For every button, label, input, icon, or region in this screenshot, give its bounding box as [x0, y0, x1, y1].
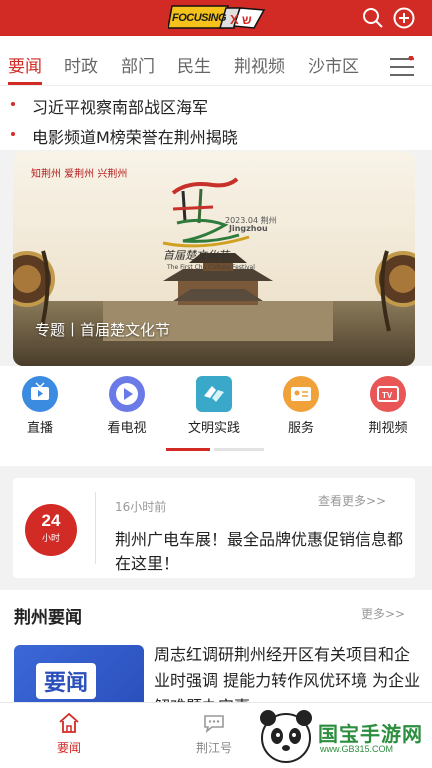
bullet-icon — [11, 102, 15, 106]
thumb-label: 要闻 — [36, 663, 97, 699]
tab-bar-label: 要闻 — [56, 741, 81, 755]
channel-menu-button[interactable] — [390, 55, 414, 78]
watermark-text: 国宝手游网 — [318, 722, 423, 746]
tab-minsheng[interactable]: 民生 — [177, 52, 211, 77]
nav-label: 荆视频 — [368, 421, 408, 436]
section-title: 荆州要闻 — [14, 608, 82, 628]
headline-text: 习近平视察南部战区海军 — [32, 98, 209, 117]
tv-icon: TV — [370, 376, 406, 412]
active-tab-indicator — [8, 82, 42, 85]
tab-jingshipin[interactable]: 荆视频 — [234, 52, 285, 77]
page-indicator-active — [166, 448, 210, 451]
chat-icon — [202, 711, 226, 735]
quick-nav: 直播 看电视 文明实践 服务 TV 荆视频 — [0, 366, 432, 466]
play-circle-icon — [109, 376, 145, 412]
nav-civilization-practice[interactable]: 文明实践 — [179, 374, 249, 438]
headline-text: 电影频道M榜荣誉在荆州揭晓 — [32, 128, 238, 147]
channel-tabs: 要闻 时政 部门 民生 荆视频 沙市区 — [0, 36, 432, 86]
tab-yaowen[interactable]: 要闻 — [8, 52, 42, 77]
nav-label: 直播 — [26, 421, 53, 436]
nav-live[interactable]: 直播 — [5, 374, 75, 438]
nav-jing-video[interactable]: TV 荆视频 — [353, 374, 423, 438]
plus-circle-icon[interactable] — [393, 7, 415, 29]
more-link[interactable]: 更多>> — [361, 605, 405, 622]
badge-unit: 小时 — [41, 534, 60, 544]
watermark-url: www.GB315.COM — [320, 744, 394, 754]
nav-label: 文明实践 — [187, 421, 240, 436]
nav-watch-tv[interactable]: 看电视 — [92, 374, 162, 438]
logo-text: FOCUSING — [172, 12, 227, 24]
bullet-icon — [11, 132, 15, 136]
tv-live-icon — [22, 376, 58, 412]
svg-text:TV: TV — [382, 391, 393, 400]
svg-text:ש: ש — [242, 13, 252, 27]
id-card-icon — [283, 376, 319, 412]
app-logo: X ש FOCUSING — [167, 2, 266, 32]
panda-logo-icon — [260, 710, 312, 763]
24h-badge: 24 小时 — [25, 504, 77, 556]
divider — [95, 492, 96, 564]
tab-bar-yaowen[interactable]: 要闻 — [34, 707, 104, 763]
tab-bar-label: 荆江号 — [195, 741, 232, 755]
home-icon — [57, 711, 81, 735]
app-header: X ש FOCUSING — [0, 0, 432, 36]
news-24h-headline[interactable]: 荆州广电车展！最全品牌优惠促销信息都在这里！ — [115, 528, 405, 576]
featured-banner[interactable]: 知荆州 爱荆州 兴荆州 2023.04 荆州 Jingzhou 首届楚文化节 T… — [13, 151, 415, 366]
nav-services[interactable]: 服务 — [266, 374, 336, 438]
news-time: 16小时前 — [115, 500, 167, 514]
headline-item[interactable]: 电影频道M榜荣誉在荆州揭晓 — [0, 120, 432, 148]
news-24h-card[interactable]: 24 小时 16小时前 查看更多>> 荆州广电车展！最全品牌优惠促销信息都在这里… — [13, 478, 415, 578]
banner-city-en: Jingzhou — [229, 224, 268, 233]
banner-caption: 专题丨首届楚文化节 — [35, 321, 171, 339]
badge-number: 24 — [41, 511, 61, 530]
headline-item[interactable]: 习近平视察南部战区海军 — [0, 90, 432, 118]
page-indicator — [214, 448, 264, 451]
tab-shizheng[interactable]: 时政 — [64, 52, 98, 77]
banner-slogan: 知荆州 爱荆州 兴荆州 — [31, 169, 128, 180]
tab-bar-jingjianghao[interactable]: 荆江号 — [179, 707, 249, 763]
svg-text:X: X — [230, 12, 239, 27]
nav-label: 服务 — [287, 421, 314, 436]
tab-shashiqu[interactable]: 沙市区 — [308, 52, 359, 77]
banner-festival-en: The First Chu Culture Festival — [167, 264, 255, 271]
site-watermark: 国宝手游网 www.GB315.COM — [250, 704, 432, 768]
banner-festival-cn: 首届楚文化节 — [163, 249, 229, 262]
tab-bumen[interactable]: 部门 — [121, 52, 155, 77]
view-more-link[interactable]: 查看更多>> — [318, 492, 386, 509]
top-headlines: 习近平视察南部战区海军 电影频道M榜荣誉在荆州揭晓 — [0, 86, 432, 150]
search-icon[interactable] — [362, 7, 384, 29]
hands-icon — [196, 376, 232, 412]
jingzhou-news-section: 荆州要闻 更多>> 要闻 周志红调研荆州经开区有关项目和企业时强调 提能力转作风… — [0, 590, 432, 716]
nav-label: 看电视 — [107, 421, 147, 436]
